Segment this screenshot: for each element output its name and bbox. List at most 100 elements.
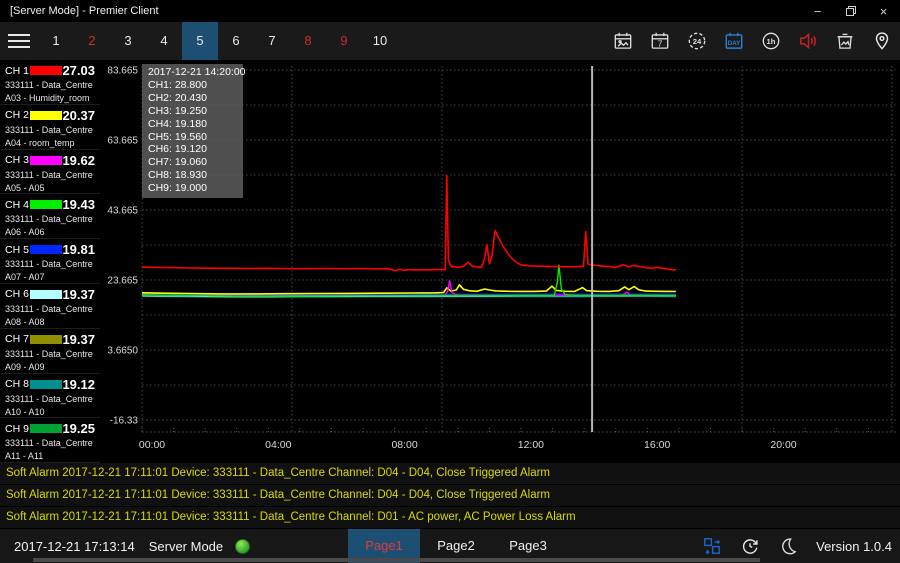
close-button[interactable]: × [867,0,900,22]
snapshot-button[interactable] [826,22,863,60]
graph-page-6-tab[interactable]: 6 [218,22,254,60]
graph-page-10-tab[interactable]: 10 [362,22,398,60]
tooltip-timestamp: 2017-12-21 14:20:00 [142,66,243,79]
tooltip-ch6-value: CH6: 19.120 [142,143,243,156]
premier-client-window: { "window": { "title": "[Server Mode] - … [0,0,900,563]
svg-text:12:00: 12:00 [518,439,544,451]
channel-sidebar: CH 1 27.03 333111 - Data_Centre A03 - Hu… [0,60,100,463]
tooltip-ch9-value: CH9: 19.000 [142,182,243,195]
svg-text:63.665: 63.665 [107,136,138,147]
trend-chart[interactable]: 83.66563.66543.66523.6653.6650-16.3300:0… [100,60,900,463]
channel-value: 19.37 [62,332,95,347]
channel-color-swatch [30,335,63,344]
graph-page-8-tab[interactable]: 8 [290,22,326,60]
hour-view-button[interactable]: 1h [752,22,789,60]
alarm-sound-button[interactable] [789,22,826,60]
tooltip-ch5-value: CH5: 19.560 [142,131,243,144]
minimize-button[interactable]: − [801,0,834,22]
tooltip-ch1-value: CH1: 28.800 [142,79,243,92]
app-title: [Server Mode] - Premier Client [0,5,159,17]
sync-button[interactable] [740,536,760,556]
channel-device: 333111 - Data_Centre [5,170,100,180]
horizontal-scrollbar[interactable] [33,558,760,562]
toolbar-icons: 7 24 DAY 1h [604,22,900,60]
graph-page-3-tab[interactable]: 3 [110,22,146,60]
channel-row-1[interactable]: CH 1 27.03 333111 - Data_Centre A03 - Hu… [0,60,100,105]
svg-text:43.665: 43.665 [107,206,138,217]
toolbar: 12345678910 7 24 [0,22,900,60]
hours-24-button[interactable]: 24 [678,22,715,60]
channel-id: CH 2 [5,109,30,121]
channel-id: CH 3 [5,154,30,166]
menu-button[interactable] [0,22,38,60]
calendar-export-button[interactable] [604,22,641,60]
channel-point: A09 - A09 [5,362,100,372]
svg-text:23.665: 23.665 [107,276,138,287]
hours-24-icon: 24 [686,30,708,52]
channel-point: A08 - A08 [5,317,100,327]
channel-point: A07 - A07 [5,272,100,282]
location-button[interactable] [863,22,900,60]
channel-device: 333111 - Data_Centre [5,214,100,224]
graph-page-1-tab[interactable]: 1 [38,22,74,60]
graph-page-9-tab[interactable]: 9 [326,22,362,60]
channel-device: 333111 - Data_Centre [5,304,100,314]
svg-text:1h: 1h [766,37,775,46]
channel-point: A03 - Humidity_room [5,93,100,103]
channel-row-2[interactable]: CH 2 20.37 333111 - Data_Centre A04 - ro… [0,105,100,150]
channel-device: 333111 - Data_Centre [5,259,100,269]
graph-page-4-tab[interactable]: 4 [146,22,182,60]
day-view-button[interactable]: DAY [715,22,752,60]
svg-text:3.6650: 3.6650 [107,346,138,357]
titlebar: [Server Mode] - Premier Client − × [0,0,900,22]
channel-row-4[interactable]: CH 4 19.43 333111 - Data_Centre A06 - A0… [0,194,100,239]
channel-row-7[interactable]: CH 7 19.37 333111 - Data_Centre A09 - A0… [0,329,100,374]
channel-row-8[interactable]: CH 8 19.12 333111 - Data_Centre A10 - A1… [0,374,100,419]
channel-color-swatch [30,424,63,433]
layout-switch-button[interactable] [702,536,722,556]
tooltip-ch2-value: CH2: 20.430 [142,92,243,105]
channel-point: A10 - A10 [5,407,100,417]
channel-value: 19.25 [62,421,95,436]
channel-row-3[interactable]: CH 3 19.62 333111 - Data_Centre A05 - A0… [0,150,100,195]
graph-page-2-tab[interactable]: 2 [74,22,110,60]
hamburger-icon [8,34,30,36]
channel-color-swatch [30,380,63,389]
channel-value: 19.37 [62,287,95,302]
night-mode-button[interactable] [778,536,798,556]
channel-row-9[interactable]: CH 9 19.25 333111 - Data_Centre A11 - A1… [0,418,100,463]
channel-point: A04 - room_temp [5,138,100,148]
graph-page-5-tab[interactable]: 5 [182,22,218,60]
channel-row-6[interactable]: CH 6 19.37 333111 - Data_Centre A08 - A0… [0,284,100,329]
svg-text:83.665: 83.665 [107,66,138,77]
alarm-message-2[interactable]: Soft Alarm 2017-12-21 17:11:01 Device: 3… [0,485,900,506]
channel-row-5[interactable]: CH 5 19.81 333111 - Data_Centre A07 - A0… [0,239,100,284]
svg-text:08:00: 08:00 [391,439,417,451]
channel-device: 333111 - Data_Centre [5,125,100,135]
graph-page-7-tab[interactable]: 7 [254,22,290,60]
clock-text: 2017-12-21 17:13:14 [14,539,135,554]
channel-point: A05 - A05 [5,183,100,193]
calendar-week-button[interactable]: 7 [641,22,678,60]
svg-text:7: 7 [657,39,662,48]
location-pin-icon [871,30,893,52]
channel-device: 333111 - Data_Centre [5,349,100,359]
channel-value: 19.43 [62,197,95,212]
alarm-message-3[interactable]: Soft Alarm 2017-12-21 17:11:01 Device: 3… [0,507,900,528]
connection-status-led [235,539,250,554]
minimize-icon: − [814,5,822,18]
channel-color-swatch [30,156,63,165]
channel-id: CH 6 [5,288,30,300]
chart-tooltip: 2017-12-21 14:20:00CH1: 28.800CH2: 20.43… [142,64,243,198]
channel-id: CH 9 [5,423,30,435]
restore-button[interactable] [834,0,867,22]
sync-history-icon [740,536,760,556]
alarm-list: Soft Alarm 2017-12-21 17:11:01 Device: 3… [0,463,900,529]
channel-value: 27.03 [62,63,95,78]
day-view-icon: DAY [723,30,745,52]
alarm-message-1[interactable]: Soft Alarm 2017-12-21 17:11:01 Device: 3… [0,463,900,484]
moon-icon [778,536,798,556]
tooltip-ch7-value: CH7: 19.060 [142,156,243,169]
channel-value: 19.81 [62,242,95,257]
channel-id: CH 5 [5,244,30,256]
